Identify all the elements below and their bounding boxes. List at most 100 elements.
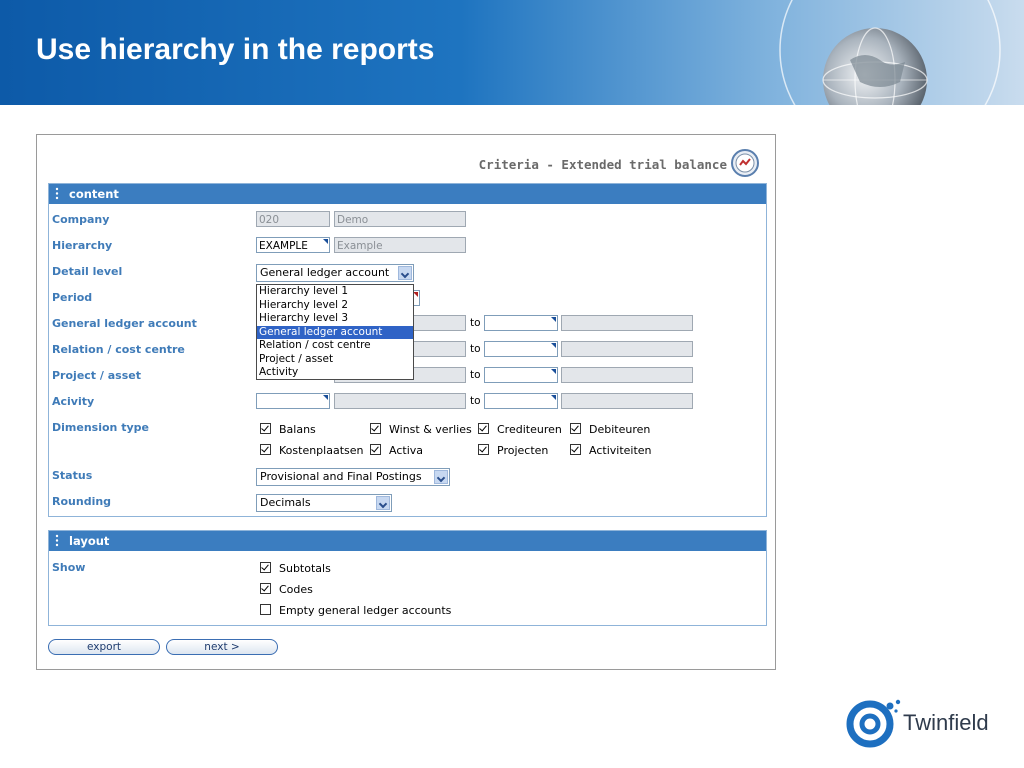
activity-from-input[interactable]	[256, 393, 330, 409]
status-label: Status	[52, 469, 93, 482]
checkbox-icon	[260, 423, 271, 434]
checkbox-icon	[478, 423, 489, 434]
general-ledger-account-label: General ledger account	[52, 317, 197, 330]
brand-name: Twinfield	[903, 710, 989, 735]
checkbox-label: Kostenplaatsen	[279, 444, 364, 457]
checkbox-label: Codes	[279, 583, 313, 596]
grip-icon	[55, 187, 59, 200]
checkbox-label: Balans	[279, 423, 316, 436]
lookup-icon	[551, 343, 556, 348]
layout-section-header[interactable]: layout	[49, 531, 766, 551]
chevron-down-icon[interactable]	[398, 266, 412, 280]
lookup-icon	[551, 317, 556, 322]
activity-from-name	[334, 393, 466, 409]
dropdown-option[interactable]: Relation / cost centre	[257, 339, 413, 353]
checkbox-icon	[570, 444, 581, 455]
dimension-checkbox-kostenplaatsen[interactable]: Kostenplaatsen	[260, 444, 363, 457]
checkbox-icon	[260, 444, 271, 455]
dimension-checkbox-activa[interactable]: Activa	[370, 444, 423, 457]
checkbox-icon	[260, 604, 271, 615]
export-button[interactable]: export	[48, 639, 160, 655]
show-checkbox-codes[interactable]: Codes	[260, 583, 313, 596]
dropdown-option[interactable]: Project / asset	[257, 353, 413, 367]
show-checkbox-subtotals[interactable]: Subtotals	[260, 562, 331, 575]
dimension-type-label: Dimension type	[52, 421, 149, 434]
checkbox-label: Winst & verlies	[389, 423, 472, 436]
dropdown-option-selected[interactable]: General ledger account	[257, 325, 413, 339]
checkbox-label: Subtotals	[279, 562, 331, 575]
hierarchy-code-input[interactable]: EXAMPLE	[256, 237, 330, 253]
dimension-checkbox-projecten[interactable]: Projecten	[478, 444, 548, 457]
project-to-input[interactable]	[484, 367, 558, 383]
checkbox-icon	[370, 444, 381, 455]
checkbox-icon	[260, 583, 271, 594]
slide-title: Use hierarchy in the reports	[36, 33, 435, 66]
gl-account-to-name	[561, 315, 693, 331]
lookup-icon	[323, 239, 328, 244]
grip-icon	[55, 534, 59, 547]
detail-level-label: Detail level	[52, 265, 123, 278]
dimension-checkbox-winst-verlies[interactable]: Winst & verlies	[370, 423, 472, 436]
checkbox-label: Empty general ledger accounts	[279, 604, 452, 617]
status-select[interactable]: Provisional and Final Postings	[256, 468, 450, 486]
twinfield-logo-icon	[846, 699, 901, 748]
company-name-field: Demo	[334, 211, 466, 227]
dimension-checkbox-debiteuren[interactable]: Debiteuren	[570, 423, 650, 436]
relation-to-name	[561, 341, 693, 357]
layout-section-title: layout	[69, 534, 110, 548]
relation-cost-centre-label: Relation / cost centre	[52, 343, 185, 356]
checkbox-label: Activiteiten	[589, 444, 652, 457]
window-title: Criteria - Extended trial balance	[478, 157, 727, 172]
chevron-down-icon[interactable]	[376, 496, 390, 510]
show-label: Show	[52, 561, 86, 574]
slide-header: Use hierarchy in the reports	[0, 0, 1024, 105]
lookup-icon	[551, 395, 556, 400]
relation-to-input[interactable]	[484, 341, 558, 357]
content-section-title: content	[69, 187, 119, 201]
company-code-field: 020	[256, 211, 330, 227]
activity-label: Acivity	[52, 395, 95, 408]
checkbox-icon	[570, 423, 581, 434]
report-icon	[731, 149, 759, 177]
dimension-checkbox-crediteuren[interactable]: Crediteuren	[478, 423, 562, 436]
to-label: to	[470, 317, 481, 329]
status-value: Provisional and Final Postings	[260, 470, 422, 483]
gl-account-to-input[interactable]	[484, 315, 558, 331]
checkbox-icon	[260, 562, 271, 573]
rounding-value: Decimals	[260, 496, 311, 509]
next-button[interactable]: next >	[166, 639, 278, 655]
hierarchy-code-value: EXAMPLE	[259, 240, 308, 252]
period-label: Period	[52, 291, 93, 304]
project-asset-label: Project / asset	[52, 369, 141, 382]
to-label: to	[470, 369, 481, 381]
to-label: to	[470, 395, 481, 407]
detail-level-dropdown-list: Hierarchy level 1 Hierarchy level 2 Hier…	[256, 284, 414, 380]
checkbox-label: Crediteuren	[497, 423, 562, 436]
globe-icon	[779, 0, 1001, 105]
content-section-header[interactable]: content	[49, 184, 766, 204]
activity-to-input[interactable]	[484, 393, 558, 409]
checkbox-icon	[478, 444, 489, 455]
to-label: to	[470, 343, 481, 355]
checkbox-label: Projecten	[497, 444, 549, 457]
dropdown-option[interactable]: Hierarchy level 1	[257, 285, 413, 299]
rounding-select[interactable]: Decimals	[256, 494, 392, 512]
checkbox-label: Activa	[389, 444, 423, 457]
detail-level-select[interactable]: General ledger account	[256, 264, 414, 282]
detail-level-value: General ledger account	[260, 266, 390, 279]
lookup-icon	[323, 395, 328, 400]
activity-to-name	[561, 393, 693, 409]
hierarchy-label: Hierarchy	[52, 239, 113, 252]
dimension-checkbox-activiteiten[interactable]: Activiteiten	[570, 444, 652, 457]
show-checkbox-empty-accounts[interactable]: Empty general ledger accounts	[260, 604, 451, 617]
dropdown-option[interactable]: Hierarchy level 2	[257, 299, 413, 313]
checkbox-icon	[370, 423, 381, 434]
dropdown-option[interactable]: Hierarchy level 3	[257, 312, 413, 326]
dimension-checkbox-balans[interactable]: Balans	[260, 423, 316, 436]
rounding-label: Rounding	[52, 495, 112, 508]
company-label: Company	[52, 213, 110, 226]
dropdown-option[interactable]: Activity	[257, 366, 413, 380]
chevron-down-icon[interactable]	[434, 470, 448, 484]
project-to-name	[561, 367, 693, 383]
hierarchy-name-field: Example	[334, 237, 466, 253]
